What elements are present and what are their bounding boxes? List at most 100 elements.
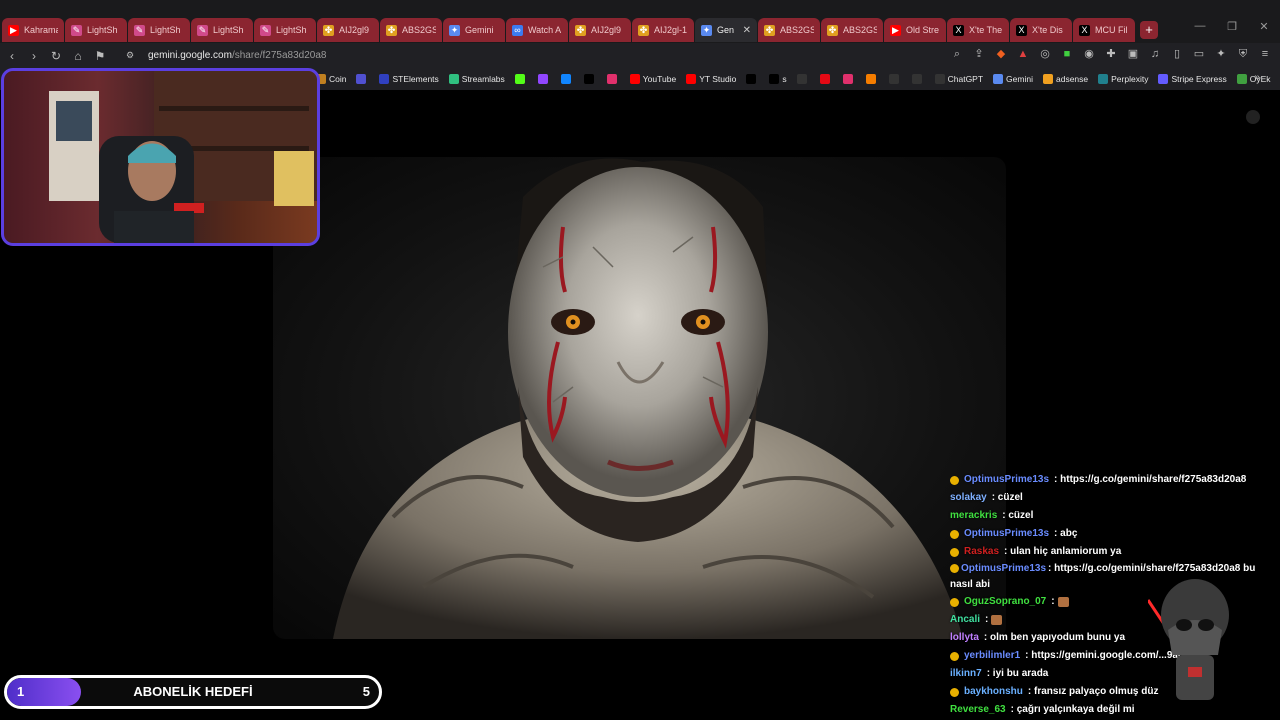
zoom-icon[interactable]: ⌕ — [950, 47, 964, 61]
close-window-icon[interactable]: ✕ — [1248, 20, 1280, 33]
wallet-icon[interactable]: ▭ — [1192, 47, 1206, 61]
bookmark-app[interactable] — [842, 74, 856, 84]
chat-text: : çağrı yalçınkaya değil mi — [1010, 704, 1135, 715]
tab[interactable]: ▶ Old Stre — [884, 18, 946, 42]
tab[interactable]: ✦ Gemini — [443, 18, 505, 42]
tab[interactable]: ▶ Kahrama — [2, 18, 64, 42]
chat-message: merackris: cüzel — [950, 507, 1270, 525]
bookmark-circle[interactable] — [796, 74, 810, 84]
tab[interactable]: ✤ ABS2GS — [758, 18, 820, 42]
chat-username[interactable]: OptimusPrime13s — [961, 563, 1046, 574]
extension-icon[interactable]: ◎ — [1038, 47, 1052, 61]
bookmark-label: Streamlabs — [461, 74, 505, 84]
chat-username[interactable]: Ancali — [950, 611, 980, 629]
tab[interactable]: ✤ AIJ2gl9 — [317, 18, 379, 42]
extensions-icon[interactable]: ✚ — [1104, 47, 1118, 61]
pinwheel-icon: ✤ — [638, 24, 649, 36]
chat-username[interactable]: baykhonshu — [964, 683, 1023, 701]
bookmark-capcut[interactable] — [911, 74, 925, 84]
tab[interactable]: ✤ AIJ2gl-1 — [632, 18, 694, 42]
bookmark-x[interactable] — [583, 74, 597, 84]
minimize-icon[interactable]: — — [1184, 20, 1216, 33]
tab[interactable]: X X'te The — [947, 18, 1009, 42]
chat-username[interactable]: ilkinn7 — [950, 665, 982, 683]
close-tab-icon[interactable]: ✕ — [743, 25, 751, 36]
rewards-icon[interactable]: ▲ — [1016, 47, 1030, 61]
bookmark-label: YouTube — [642, 74, 677, 84]
bookmark-twitch[interactable] — [537, 74, 551, 84]
bookmark-perplexity[interactable]: Perplexity — [1098, 74, 1148, 84]
address-bar[interactable]: ⚙ gemini.google.com/share/f275a83d20a8 — [118, 50, 327, 61]
chat-username[interactable]: OptimusPrime13s — [964, 525, 1049, 543]
tab[interactable]: ∞ Watch A — [506, 18, 568, 42]
forward-icon[interactable]: › — [24, 49, 44, 63]
chat-username[interactable]: OptimusPrime13s — [964, 471, 1049, 489]
circle-icon — [796, 74, 807, 84]
emote-icon — [991, 615, 1003, 625]
chat-username[interactable]: yerbilimler1 — [964, 647, 1020, 665]
bookmark-stripe-express[interactable]: Stripe Express — [1158, 74, 1227, 84]
chat-username[interactable]: Reverse_63 — [950, 701, 1006, 719]
chat-username[interactable]: Raskas — [964, 543, 999, 561]
bookmark-kick[interactable] — [514, 74, 528, 84]
share-icon[interactable]: ⇪ — [972, 47, 986, 61]
menu-icon[interactable]: ≡ — [1258, 47, 1272, 61]
reload-icon[interactable]: ↻ — [46, 49, 66, 63]
bookmark-s[interactable]: s — [769, 74, 787, 84]
tab[interactable]: ✤ AIJ2gl9 — [569, 18, 631, 42]
chat-username[interactable]: OguzSoprano_07 — [964, 593, 1046, 611]
bookmark-yt-studio[interactable]: YT Studio — [686, 74, 736, 84]
vpn-icon[interactable]: ⛨ — [1236, 47, 1250, 61]
home-icon[interactable]: ⌂ — [68, 49, 88, 63]
bookmark-r[interactable] — [356, 74, 369, 84]
tab-title: Kahrama — [24, 25, 58, 35]
profile-avatar[interactable] — [1246, 110, 1260, 124]
extension-icon[interactable]: ◉ — [1082, 47, 1096, 61]
site-info-icon[interactable]: ⚙ — [120, 50, 140, 61]
bookmark-label: adsense — [1055, 74, 1089, 84]
new-tab-button[interactable]: + — [1140, 21, 1158, 39]
bookmark-chatgpt[interactable]: ChatGPT — [934, 74, 983, 84]
emote-icon — [1057, 597, 1069, 607]
extension-icon[interactable]: ▣ — [1126, 47, 1140, 61]
bookmark-adsense[interactable]: adsense — [1042, 74, 1089, 84]
url-text[interactable]: gemini.google.com/share/f275a83d20a8 — [148, 50, 326, 61]
leo-icon[interactable]: ✦ — [1214, 47, 1228, 61]
tab[interactable]: ✎ LightSh — [65, 18, 127, 42]
media-icon[interactable]: ♫ — [1148, 47, 1162, 61]
st-icon — [379, 74, 390, 84]
gemini-icon: ✦ — [701, 24, 712, 36]
bookmark-label: Stripe Express — [1171, 74, 1227, 84]
tab[interactable]: ✤ ABS2GS — [821, 18, 883, 42]
extension-icon[interactable]: ■ — [1060, 47, 1074, 61]
bookmark-coin[interactable]: Coin — [316, 74, 346, 84]
bookmark-blogger[interactable] — [865, 74, 879, 84]
darth-vader-sticker — [1148, 579, 1229, 700]
restore-icon[interactable]: ❐ — [1216, 20, 1248, 33]
brave-shield-icon[interactable]: ◆ — [994, 47, 1008, 61]
bookmark-instagram[interactable] — [606, 74, 620, 84]
more-bookmarks-icon[interactable]: » — [1254, 72, 1260, 83]
bookmark-stelements[interactable]: STElements — [379, 74, 439, 84]
chat-username[interactable]: merackris — [950, 507, 997, 525]
bookmark-gemini[interactable]: Gemini — [993, 74, 1033, 84]
bookmark-icon[interactable]: ⚑ — [90, 49, 110, 63]
bookmark-amazon[interactable] — [888, 74, 902, 84]
tab[interactable]: ✎ LightSh — [191, 18, 253, 42]
bookmark-bluesky[interactable] — [560, 74, 574, 84]
sidebar-icon[interactable]: ▯ — [1170, 47, 1184, 61]
tab[interactable]: ✎ LightSh — [128, 18, 190, 42]
tab[interactable]: ✎ LightSh — [254, 18, 316, 42]
pinwheel-icon: ✤ — [764, 24, 775, 36]
bookmark-netflix[interactable] — [819, 74, 833, 84]
tab[interactable]: ✦ Gen ✕ — [695, 18, 757, 42]
tab[interactable]: ✤ ABS2GS — [380, 18, 442, 42]
chat-username[interactable]: lollyta — [950, 629, 979, 647]
chat-username[interactable]: solakay — [950, 489, 987, 507]
bookmark-youtube[interactable]: YouTube — [629, 74, 677, 84]
bookmark-tiktok[interactable] — [746, 74, 759, 84]
tab[interactable]: X X'te Dis — [1010, 18, 1072, 42]
back-icon[interactable]: ‹ — [2, 49, 22, 63]
bookmark-streamlabs[interactable]: Streamlabs — [448, 74, 505, 84]
tab[interactable]: X MCU Fil — [1073, 18, 1135, 42]
